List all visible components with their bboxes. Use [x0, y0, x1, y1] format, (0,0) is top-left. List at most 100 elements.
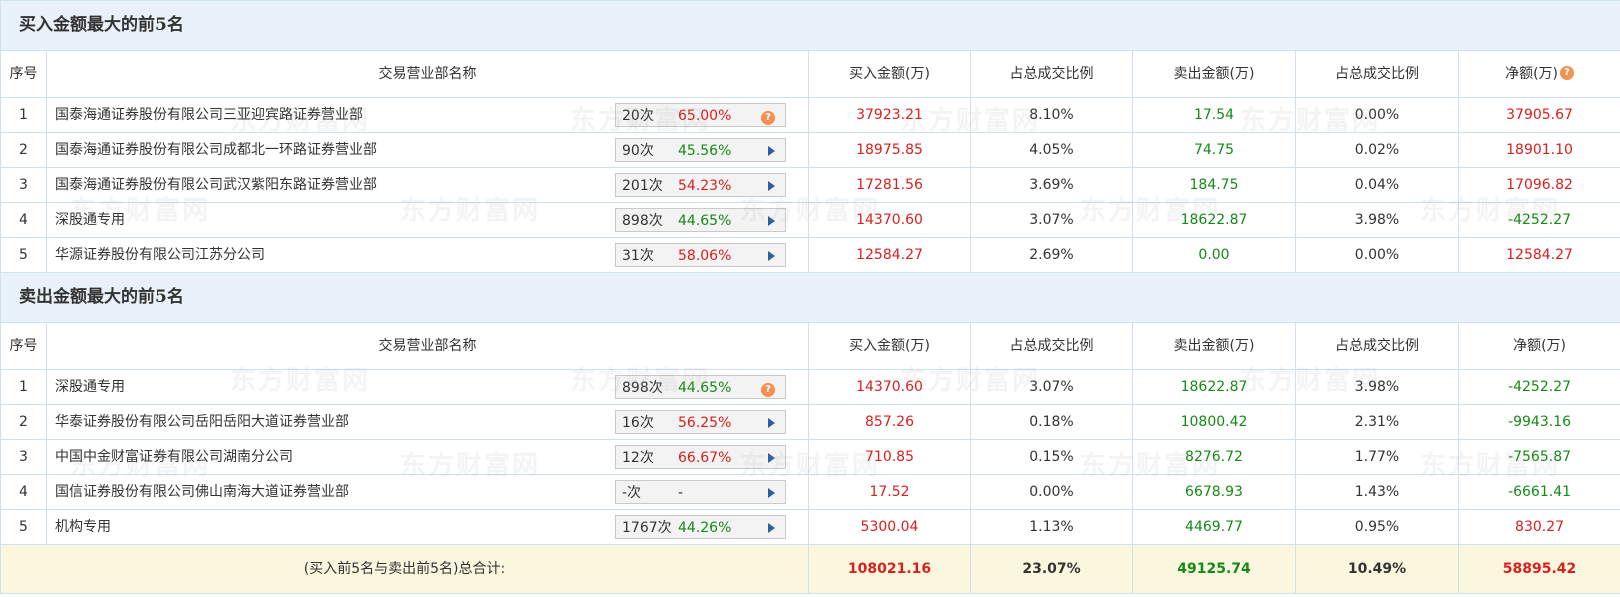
section-header: 卖出金额最大的前5名 — [0, 272, 1620, 323]
table-row[interactable]: 2 国泰海通证券股份有限公司成都北一环路证券营业部 90次 45.56% 18975.8… — [0, 132, 1620, 168]
play-arrow-icon-glyph — [768, 216, 775, 226]
column-header-buy-ratio: 占总成交比例 — [970, 50, 1133, 98]
table-row[interactable]: 5 机构专用 1767次 44.26% 5300.04 1.13% 4469.77 0.95%… — [0, 509, 1620, 545]
column-header-buy-amount-label: 买入金额(万) — [849, 66, 930, 82]
net-amount: 18901.10 — [1457, 132, 1620, 168]
seat-name-link[interactable]: 深股通专用 — [55, 371, 590, 404]
seat-stat-box[interactable]: 20次 65.00%? — [615, 103, 786, 127]
seat-name-link[interactable]: 中国中金财富证券有限公司湖南分公司 — [55, 441, 590, 474]
play-arrow-icon-glyph — [768, 453, 775, 463]
column-header-buy-amount: 买入金额(万) — [808, 50, 971, 98]
column-header-sell-ratio: 占总成交比例 — [1295, 50, 1459, 98]
listing-count: 898次 — [622, 380, 663, 396]
listing-count: 898次 — [622, 213, 663, 229]
seat-stat-box[interactable]: 1767次 44.26% — [615, 515, 786, 539]
net-amount: -6661.41 — [1457, 474, 1620, 510]
seat-stat-box[interactable]: 31次 58.06% — [615, 243, 786, 267]
play-arrow-icon[interactable] — [768, 516, 775, 538]
question-circle-icon[interactable]: ? — [761, 376, 775, 398]
table-row[interactable]: 4 深股通专用 898次 44.65% 14370.60 3.07% 18622.87 3.9… — [0, 202, 1620, 238]
total-row: (买入前5名与卖出前5名)总合计: 108021.16 23.07% 49125.74… — [0, 544, 1620, 594]
win-rate: 44.65% — [678, 213, 732, 229]
seat-name-cell: 国泰海通证券股份有限公司武汉紫阳东路证券营业部 201次 54.23% — [46, 167, 809, 203]
buy-amount: 17.52 — [808, 474, 971, 510]
win-rate: 44.65% — [678, 380, 732, 396]
column-header-buy-ratio-label: 占总成交比例 — [1009, 66, 1094, 82]
net-amount: -9943.16 — [1457, 404, 1620, 440]
win-rate: - — [678, 485, 684, 501]
table-row[interactable]: 1 深股通专用 898次 44.65%? 14370.60 3.07% 18622.87 3.… — [0, 369, 1620, 405]
row-index: 2 — [0, 132, 47, 168]
buy-amount: 14370.60 — [808, 202, 971, 238]
total-buy-ratio: 23.07% — [970, 544, 1133, 594]
column-header-sell-ratio-label: 占总成交比例 — [1335, 66, 1419, 82]
net-amount: 37905.67 — [1457, 97, 1620, 133]
seat-stat-box[interactable]: 12次 66.67% — [615, 445, 786, 469]
column-header-name: 交易营业部名称 — [46, 50, 809, 98]
sell-amount: 18622.87 — [1132, 202, 1296, 238]
section-header: 买入金额最大的前5名 — [0, 0, 1620, 51]
question-circle-icon[interactable]: ? — [761, 104, 775, 126]
win-rate: 66.67% — [678, 450, 732, 466]
sell-ratio: 0.04% — [1295, 167, 1459, 203]
sell-amount: 10800.42 — [1132, 404, 1296, 440]
play-arrow-icon-glyph — [768, 181, 775, 191]
column-header-sell-amount-label: 卖出金额(万) — [1173, 66, 1255, 82]
seat-name-link[interactable]: 国泰海通证券股份有限公司成都北一环路证券营业部 — [55, 134, 590, 167]
play-arrow-icon[interactable] — [768, 481, 775, 503]
column-header-buy-ratio: 占总成交比例 — [970, 322, 1133, 370]
net-amount: 12584.27 — [1457, 237, 1620, 273]
seat-name-link[interactable]: 国泰海通证券股份有限公司武汉紫阳东路证券营业部 — [55, 169, 590, 202]
column-header-buy-amount-label: 买入金额(万) — [849, 338, 930, 354]
table-row[interactable]: 5 华源证券股份有限公司江苏分公司 31次 58.06% 12584.27 2.69% 0.… — [0, 237, 1620, 273]
dragon-tiger-list: 买入金额最大的前5名 序号 交易营业部名称 买入金额(万) 占总成交比例 卖出金额(万) 占… — [0, 0, 1620, 597]
table-row[interactable]: 4 国信证券股份有限公司佛山南海大道证券营业部 -次 - 17.52 0.00% 6678.… — [0, 474, 1620, 510]
play-arrow-icon[interactable] — [768, 174, 775, 196]
buy-ratio: 8.10% — [970, 97, 1133, 133]
seat-name-cell: 国泰海通证券股份有限公司成都北一环路证券营业部 90次 45.56% — [46, 132, 809, 168]
column-header-net-label: 净额(万) — [1513, 338, 1567, 354]
buy-ratio: 0.00% — [970, 474, 1133, 510]
play-arrow-icon-glyph — [768, 523, 775, 533]
sell-amount: 8276.72 — [1132, 439, 1296, 475]
seat-name-cell: 华泰证券股份有限公司岳阳岳阳大道证券营业部 16次 56.25% — [46, 404, 809, 440]
row-index: 4 — [0, 474, 47, 510]
table-row[interactable]: 2 华泰证券股份有限公司岳阳岳阳大道证券营业部 16次 56.25% 857.26 0.1… — [0, 404, 1620, 440]
seat-name-link[interactable]: 国泰海通证券股份有限公司三亚迎宾路证券营业部 — [55, 99, 590, 132]
buy-ratio: 4.05% — [970, 132, 1133, 168]
seat-name-link[interactable]: 机构专用 — [55, 511, 590, 544]
table-row[interactable]: 3 国泰海通证券股份有限公司武汉紫阳东路证券营业部 201次 54.23% 17281.… — [0, 167, 1620, 203]
buy-ratio: 0.15% — [970, 439, 1133, 475]
seat-stat-box[interactable]: 201次 54.23% — [615, 173, 786, 197]
sell-amount: 18622.87 — [1132, 369, 1296, 405]
sell-ratio: 1.77% — [1295, 439, 1459, 475]
seat-name-link[interactable]: 华源证券股份有限公司江苏分公司 — [55, 239, 590, 272]
play-arrow-icon[interactable] — [768, 209, 775, 231]
play-arrow-icon[interactable] — [768, 244, 775, 266]
table-row[interactable]: 3 中国中金财富证券有限公司湖南分公司 12次 66.67% 710.85 0.15% 82… — [0, 439, 1620, 475]
play-arrow-icon-glyph — [768, 488, 775, 498]
seat-name-link[interactable]: 国信证券股份有限公司佛山南海大道证券营业部 — [55, 476, 590, 509]
play-arrow-icon-glyph — [768, 418, 775, 428]
sell-amount: 4469.77 — [1132, 509, 1296, 545]
win-rate: 58.06% — [678, 248, 732, 264]
row-index: 1 — [0, 369, 47, 405]
seat-stat-box[interactable]: -次 - — [615, 480, 786, 504]
table-row[interactable]: 1 国泰海通证券股份有限公司三亚迎宾路证券营业部 20次 65.00%? 37923.2… — [0, 97, 1620, 133]
seat-stat-box[interactable]: 90次 45.56% — [615, 138, 786, 162]
buy-ratio: 3.07% — [970, 202, 1133, 238]
column-header-net-label: 净额(万) — [1505, 66, 1559, 82]
total-buy: 108021.16 — [808, 544, 971, 594]
play-arrow-icon[interactable] — [768, 446, 775, 468]
play-arrow-icon[interactable] — [768, 139, 775, 161]
seat-stat-box[interactable]: 16次 56.25% — [615, 410, 786, 434]
seat-name-link[interactable]: 深股通专用 — [55, 204, 590, 237]
net-amount: 830.27 — [1457, 509, 1620, 545]
seat-name-link[interactable]: 华泰证券股份有限公司岳阳岳阳大道证券营业部 — [55, 406, 590, 439]
column-header-name-label: 交易营业部名称 — [378, 338, 477, 354]
play-arrow-icon[interactable] — [768, 411, 775, 433]
question-circle-icon[interactable]: ? — [1560, 66, 1575, 80]
seat-stat-box[interactable]: 898次 44.65%? — [615, 375, 786, 399]
column-header-name-label: 交易营业部名称 — [378, 66, 477, 82]
seat-stat-box[interactable]: 898次 44.65% — [615, 208, 786, 232]
